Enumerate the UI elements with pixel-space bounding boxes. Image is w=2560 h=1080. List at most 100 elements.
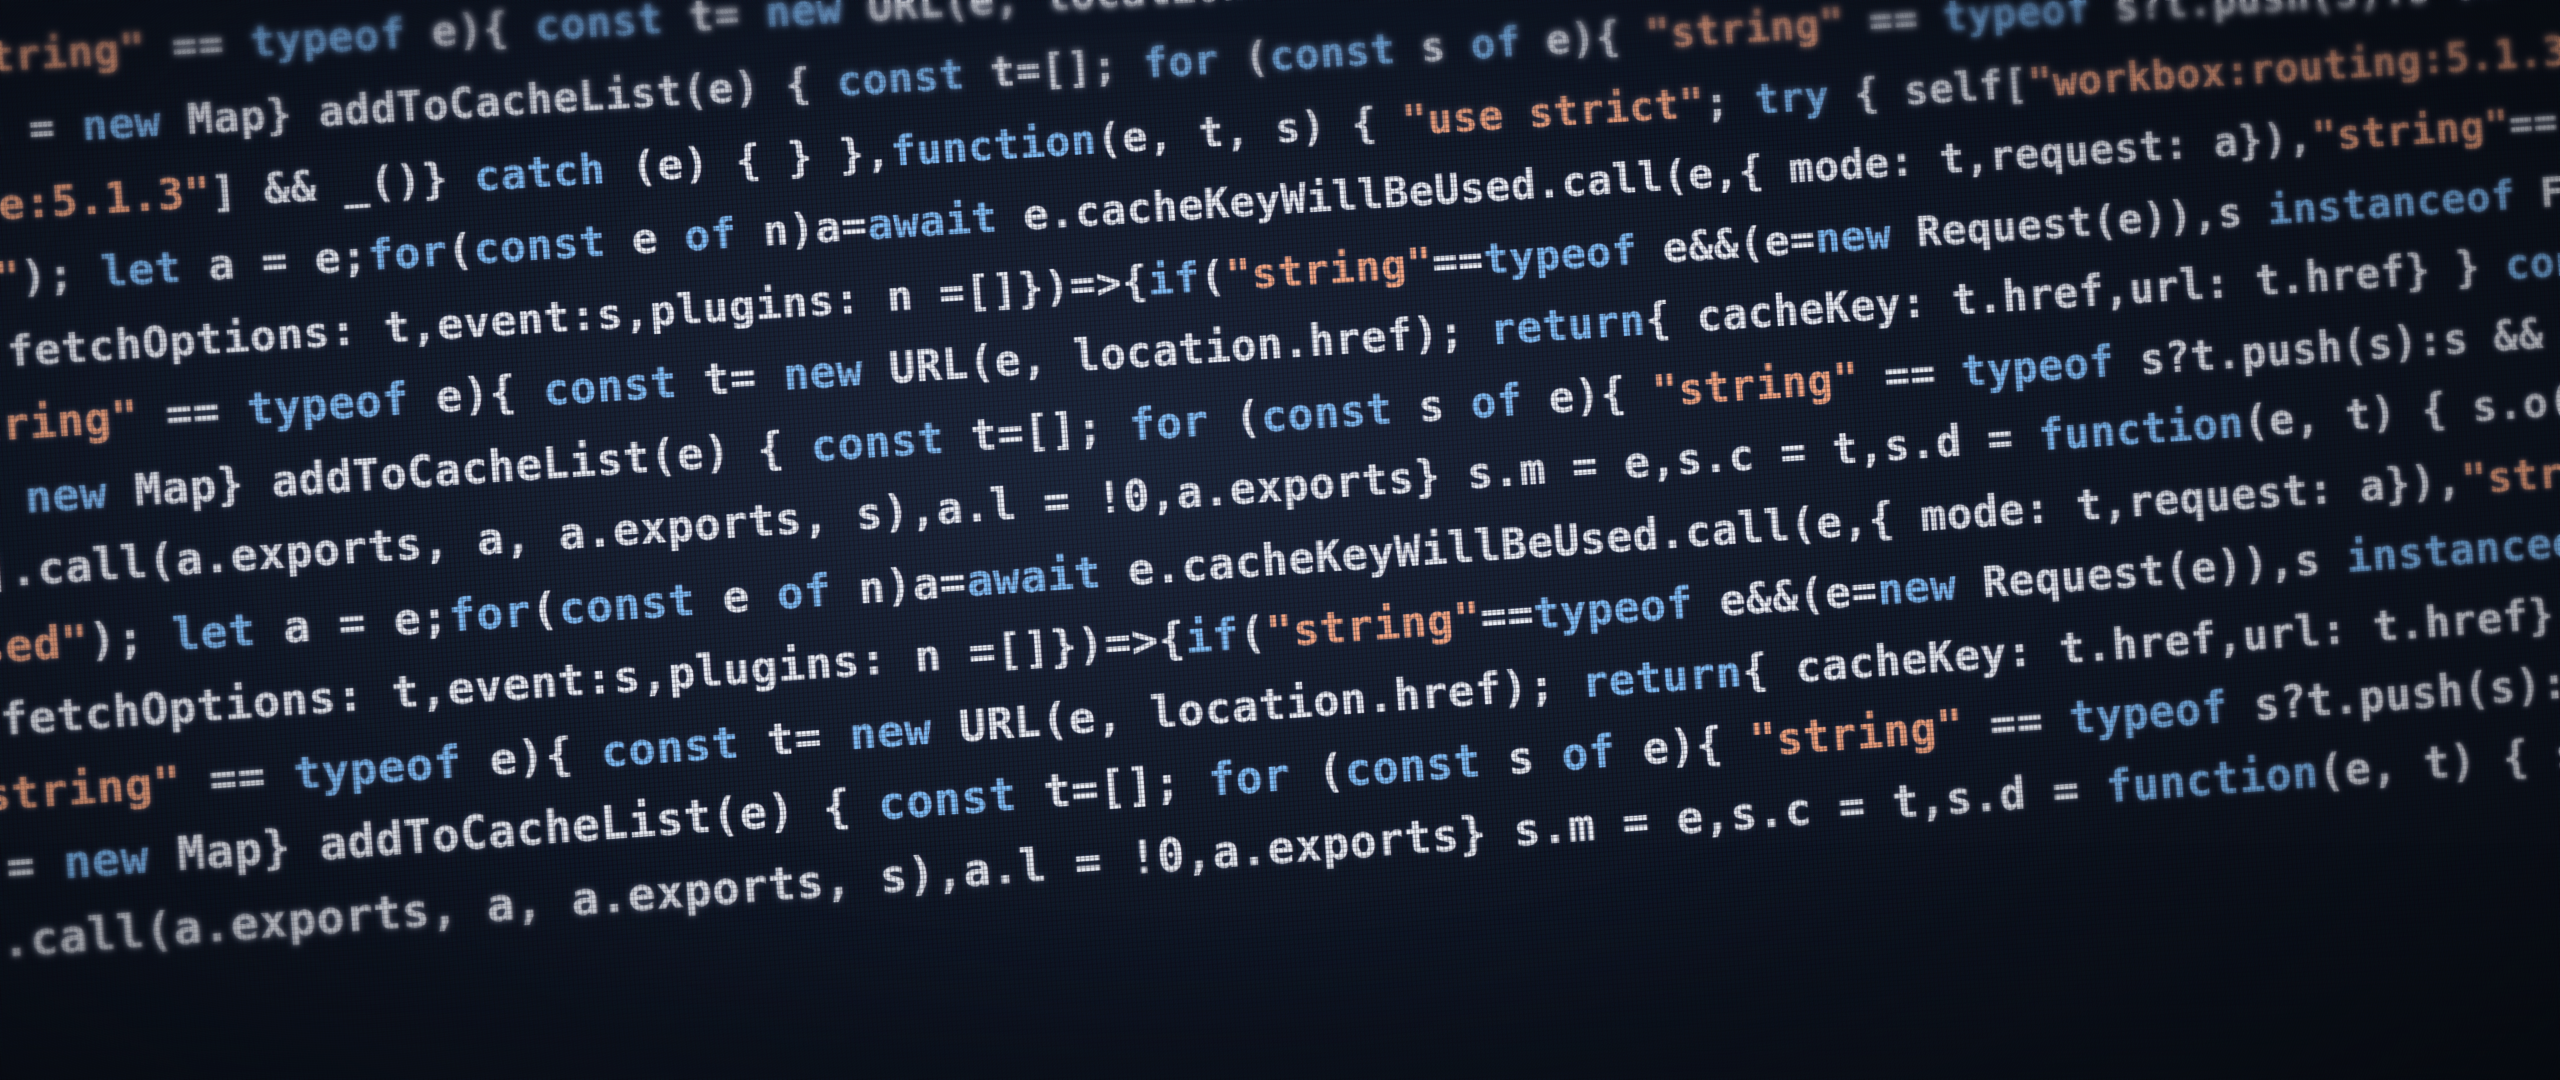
code-text: t= <box>661 0 768 43</box>
code-keyword: const <box>876 768 1019 831</box>
code-keyword: return <box>1488 295 1647 355</box>
code-text: ( <box>1206 391 1263 445</box>
code-text: ( <box>529 583 561 637</box>
code-keyword: typeof <box>248 9 408 67</box>
code-keyword: new <box>1813 209 1893 263</box>
code-keyword: new <box>61 830 151 890</box>
code-plane: -type",{ entry:e }); if ("string" == typ… <box>0 0 2560 1080</box>
code-text: == <box>1430 234 1486 287</box>
code-keyword: const <box>834 49 967 107</box>
code-keyword: of <box>775 564 833 620</box>
code-keyword: instanceof <box>2265 170 2517 234</box>
code-text: == <box>1961 693 2072 753</box>
code-keyword: const <box>809 412 946 472</box>
code-keyword: if <box>1146 252 1202 305</box>
code-keyword: const <box>541 356 679 416</box>
code-string: "string" <box>0 755 183 824</box>
code-string: "string" <box>2459 441 2560 505</box>
code-text: Map} <box>147 818 321 884</box>
code-keyword: typeof <box>1941 0 2092 41</box>
code-text: Map} <box>159 87 321 147</box>
code-text: == <box>1842 0 1945 47</box>
code-keyword: const <box>533 0 665 51</box>
code-keyword: typeof <box>291 736 464 800</box>
code-text: n)a= <box>829 555 969 617</box>
code-text: t= <box>737 708 852 769</box>
code-text: e <box>603 211 686 266</box>
code-keyword: function <box>2037 398 2246 462</box>
code-keyword: const <box>556 573 697 635</box>
code-keyword: new <box>847 703 934 761</box>
code-text: e){ <box>404 2 537 58</box>
code-keyword: catch <box>472 143 607 201</box>
code-keyword: await <box>964 546 1103 607</box>
code-text: e){ <box>1520 366 1655 425</box>
code-text: ; <box>1702 75 1757 127</box>
code-string: "string" <box>1650 352 1861 416</box>
code-text: { self[ <box>1827 58 2030 119</box>
code-text: == <box>2507 97 2560 149</box>
code-keyword: if <box>1183 609 1242 665</box>
code-text: Map} <box>105 455 273 518</box>
code-text: e){ <box>459 726 603 788</box>
code-text: e <box>693 568 779 626</box>
code-keyword: let <box>170 603 258 662</box>
code-string: "string" <box>2310 100 2511 161</box>
code-text: ( <box>1198 250 1228 302</box>
code-text: e&&(e= <box>1635 214 1817 274</box>
code-text: t= <box>675 349 785 407</box>
code-text: e){ <box>1519 9 1648 66</box>
code-keyword: const <box>599 716 741 778</box>
code-keyword: for <box>365 225 449 281</box>
code-text: t=[]; <box>962 39 1145 99</box>
code-keyword: const <box>1267 24 1398 81</box>
code-keyword: let <box>99 242 184 297</box>
code-string: "string" <box>1644 0 1846 59</box>
code-keyword: const <box>471 216 608 274</box>
monitor-screen-photo: -type",{ entry:e }); if ("string" == typ… <box>0 0 2560 1080</box>
code-text: == <box>144 18 252 73</box>
code-text: FetchEven <box>2538 155 2560 217</box>
code-text: s <box>1393 20 1473 74</box>
code-string: "string" <box>1224 237 1434 300</box>
code-keyword: for <box>446 585 533 643</box>
code-keyword: try <box>1752 70 1832 124</box>
code-keyword: typeof <box>2067 682 2230 745</box>
code-keyword: instanceof <box>2344 515 2560 584</box>
code-keyword: for <box>1141 34 1221 89</box>
code-text: Request(e)),s <box>1889 185 2270 258</box>
code-keyword: new <box>23 466 109 523</box>
code-text: == <box>136 383 249 442</box>
code-text: (e) { } }, <box>603 126 893 193</box>
code-keyword: for <box>1206 749 1293 807</box>
code-keyword: const <box>1259 383 1394 442</box>
code-keyword: of <box>1468 374 1525 428</box>
code-keyword: new <box>1875 560 1958 616</box>
code-string: "use strict" <box>1400 78 1707 145</box>
code-text: (e, t, s) { <box>1094 95 1404 164</box>
code-keyword: of <box>682 208 739 261</box>
code-text: ( <box>1217 31 1272 84</box>
code-keyword: const <box>2503 232 2560 290</box>
code-keyword: of <box>1469 17 1523 69</box>
code-string: "string" <box>0 390 141 456</box>
code-keyword: typeof <box>1532 578 1695 640</box>
code-text: == <box>1857 346 1963 403</box>
code-keyword: function <box>888 114 1099 176</box>
code-text: t=[]; <box>1014 754 1211 821</box>
code-string: "string" <box>1264 592 1483 659</box>
code-text: a = e; <box>253 590 451 656</box>
code-text: == <box>179 747 296 808</box>
code-keyword: typeof <box>245 373 411 435</box>
code-text: == <box>1478 589 1536 644</box>
code-keyword: new <box>80 96 163 151</box>
code-text: ( <box>1237 607 1268 661</box>
code-text: a = e; <box>179 230 370 292</box>
code-text: s <box>1390 378 1473 433</box>
code-text: s <box>1478 729 1564 788</box>
code-text: ); <box>87 609 175 667</box>
code-keyword: void <box>2526 0 2560 6</box>
code-keyword: const <box>1343 735 1483 798</box>
code-text: e){ <box>407 365 545 425</box>
code-keyword: for <box>1127 394 1211 451</box>
